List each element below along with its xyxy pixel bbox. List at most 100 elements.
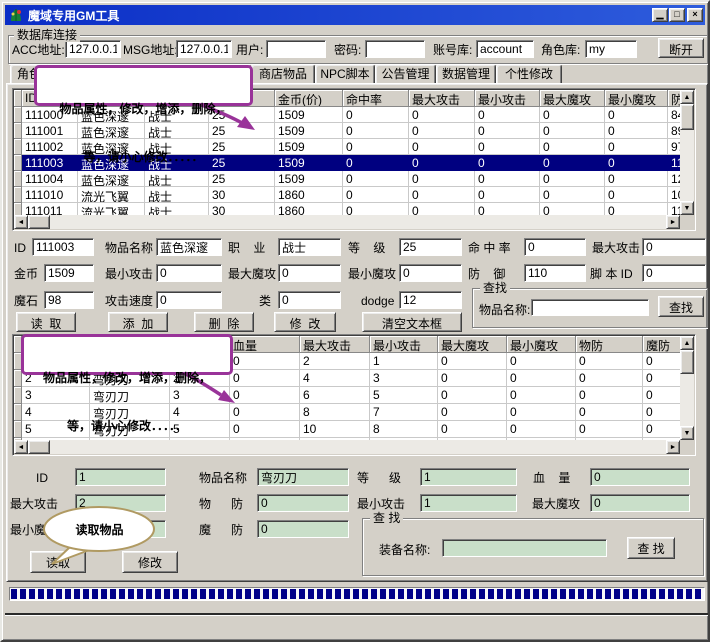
item-delete-button[interactable]: 删 除 [194, 312, 254, 332]
column-header[interactable]: 最小攻击 [370, 336, 438, 353]
scroll-left-button[interactable]: ◄ [14, 440, 28, 454]
column-header[interactable]: 命中率 [343, 90, 409, 107]
item-scriptid-input[interactable] [642, 264, 706, 282]
column-header[interactable]: 血量 [230, 336, 300, 353]
column-header[interactable]: 最大魔攻 [540, 90, 605, 107]
role-db-input[interactable] [585, 40, 637, 58]
item-search-button[interactable]: 查找 [658, 296, 704, 317]
hscroll-thumb[interactable] [28, 215, 50, 229]
equip-search-group-label: 查 找 [370, 511, 403, 525]
grid-cell: 0 [409, 187, 475, 203]
equip-search-name-label: 装备名称: [379, 543, 430, 557]
item-job-input[interactable] [278, 238, 341, 256]
user-input[interactable] [266, 40, 326, 58]
vscroll-thumb[interactable] [680, 350, 694, 374]
item-dodge-input[interactable] [399, 291, 462, 309]
item-gold-input[interactable] [44, 264, 94, 282]
item-atkspeed-input[interactable] [156, 291, 222, 309]
item-grid-hscrollbar[interactable]: ◄ ► [14, 215, 680, 229]
equip-search-name-input[interactable] [442, 539, 607, 557]
acc-address-input[interactable] [65, 40, 121, 58]
equip-minatk-input[interactable] [420, 494, 517, 512]
grid-cell: 111011 [22, 203, 78, 215]
tab-npc-script[interactable]: NPC脚本 [315, 64, 375, 84]
column-header[interactable]: 最大攻击 [300, 336, 370, 353]
tab-shop-item[interactable]: 商店物品 [251, 64, 315, 84]
equip-id-input[interactable] [75, 468, 166, 486]
db-connection-label: 数据库连接 [14, 28, 80, 42]
scroll-down-button[interactable]: ▼ [680, 426, 694, 440]
equip-minmatk-label: 最小魔攻 [10, 523, 58, 537]
column-header[interactable]: 金币(价) [275, 90, 343, 107]
item-maxmatk-input[interactable] [278, 264, 341, 282]
item-minmatk-input[interactable] [399, 264, 462, 282]
equip-hp-input[interactable] [590, 468, 690, 486]
item-search-name-input[interactable] [531, 299, 649, 316]
bottom-divider [5, 613, 709, 616]
item-magicstone-input[interactable] [44, 291, 94, 309]
equip-maxmatk-input[interactable] [590, 494, 690, 512]
column-header[interactable]: 最小攻击 [475, 90, 540, 107]
password-input[interactable] [365, 40, 425, 58]
clear-textbox-button[interactable]: 清空文本框 [362, 312, 462, 332]
grid-cell: 1509 [275, 123, 343, 139]
scroll-down-button[interactable]: ▼ [680, 201, 694, 215]
password-label: 密码: [334, 43, 361, 57]
item-id-label: ID [14, 241, 26, 255]
vscroll-thumb[interactable] [680, 104, 694, 130]
title-bar[interactable]: 魔域专用GM工具 ▁ □ × [5, 5, 705, 25]
item-category-input[interactable] [278, 291, 341, 309]
scroll-left-button[interactable]: ◄ [14, 215, 28, 229]
item-id-input[interactable] [32, 238, 94, 256]
column-header[interactable]: 防 [668, 90, 680, 107]
tab-announce[interactable]: 公告管理 [375, 64, 436, 84]
equip-maxatk-input[interactable] [75, 494, 166, 512]
equip-search-button[interactable]: 查 找 [627, 537, 675, 559]
maximize-button[interactable]: □ [669, 8, 685, 22]
item-defense-input[interactable] [524, 264, 586, 282]
row-selector [14, 107, 22, 123]
scroll-right-button[interactable]: ► [666, 215, 680, 229]
column-header[interactable]: 物防 [576, 336, 643, 353]
equip-name-input[interactable] [257, 468, 349, 486]
account-db-input[interactable] [476, 40, 534, 58]
column-header[interactable]: 最大魔攻 [438, 336, 507, 353]
equip-pdef-input[interactable] [257, 494, 349, 512]
msg-address-input[interactable] [176, 40, 232, 58]
item-level-input[interactable] [399, 238, 462, 256]
disconnect-button[interactable]: 断开 [658, 38, 704, 58]
equip-mdef-input[interactable] [257, 520, 349, 538]
equip-read-button[interactable]: 读取 [30, 551, 86, 573]
equip-level-input[interactable] [420, 468, 517, 486]
column-header[interactable]: 最小魔攻 [507, 336, 576, 353]
item-maxatk-label: 最大攻击 [592, 241, 640, 255]
grid-row[interactable]: 111011流光飞翼战士3018600000011 [14, 203, 680, 215]
scroll-up-button[interactable]: ▲ [680, 336, 694, 350]
column-header[interactable]: 魔防 [643, 336, 680, 353]
column-header[interactable]: 最大攻击 [409, 90, 475, 107]
close-button[interactable]: × [687, 8, 703, 22]
item-grid-vscrollbar[interactable]: ▲ ▼ [680, 90, 694, 215]
tab-data-mgmt[interactable]: 数据管理 [436, 64, 496, 84]
scroll-right-button[interactable]: ► [666, 440, 680, 454]
item-modify-button[interactable]: 修 改 [274, 312, 336, 332]
grid-cell: 3 [370, 370, 438, 387]
row-selector [14, 139, 22, 155]
grid-cell: 4 [300, 370, 370, 387]
item-minatk-input[interactable] [156, 264, 222, 282]
equip-grid-vscrollbar[interactable]: ▲ ▼ [680, 336, 694, 440]
minimize-button[interactable]: ▁ [652, 8, 668, 22]
equip-mdef-label: 魔 防 [199, 523, 243, 537]
tab-custom[interactable]: 个性修改 [496, 64, 562, 84]
column-header[interactable]: 最小魔攻 [605, 90, 668, 107]
grid-cell: 1860 [275, 203, 343, 215]
scroll-up-button[interactable]: ▲ [680, 90, 694, 104]
equip-modify-button[interactable]: 修改 [122, 551, 178, 573]
item-hitrate-input[interactable] [524, 238, 586, 256]
grid-cell: 0 [605, 107, 668, 123]
item-read-button[interactable]: 读 取 [16, 312, 76, 332]
item-name-input[interactable] [156, 238, 222, 256]
grid-cell: 7 [370, 404, 438, 421]
item-add-button[interactable]: 添 加 [108, 312, 168, 332]
item-maxatk-input[interactable] [642, 238, 706, 256]
